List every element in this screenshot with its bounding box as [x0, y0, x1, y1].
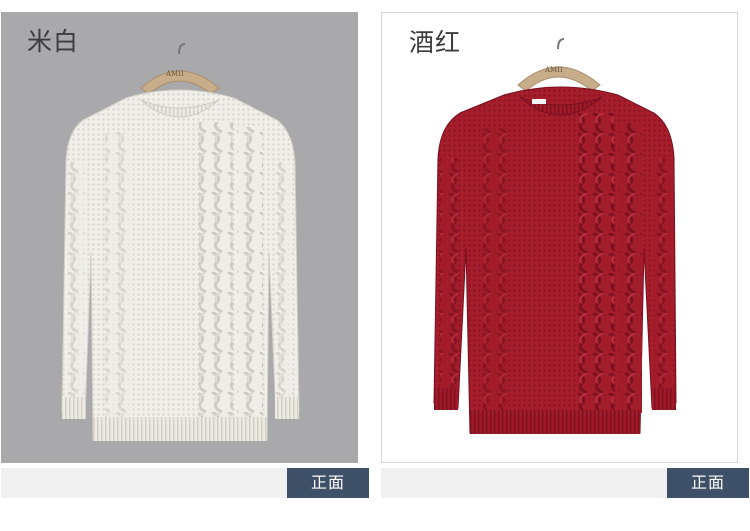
product-photo-wine-red: AMII 酒红 [381, 12, 738, 463]
color-label-cream: 米白 [27, 27, 80, 56]
label-tag [532, 99, 546, 104]
front-view-button-wine-red[interactable]: 正面 [667, 468, 749, 498]
front-view-button-cream[interactable]: 正面 [287, 468, 369, 498]
view-bar-wine-red: 正面 [381, 468, 749, 498]
sweater-image-cream: AMII [61, 43, 300, 441]
view-bar-cream: 正面 [1, 468, 369, 498]
product-photo-cream: AMII 米白 [1, 12, 358, 463]
hanger-brand: AMII [544, 66, 563, 74]
sweater-image-wine-red: AMII [433, 38, 677, 434]
hanger-brand: AMII [165, 70, 184, 78]
hanger-icon: AMII [140, 43, 220, 95]
hanger-icon: AMII [517, 38, 601, 92]
color-label-wine-red: 酒红 [409, 28, 462, 57]
